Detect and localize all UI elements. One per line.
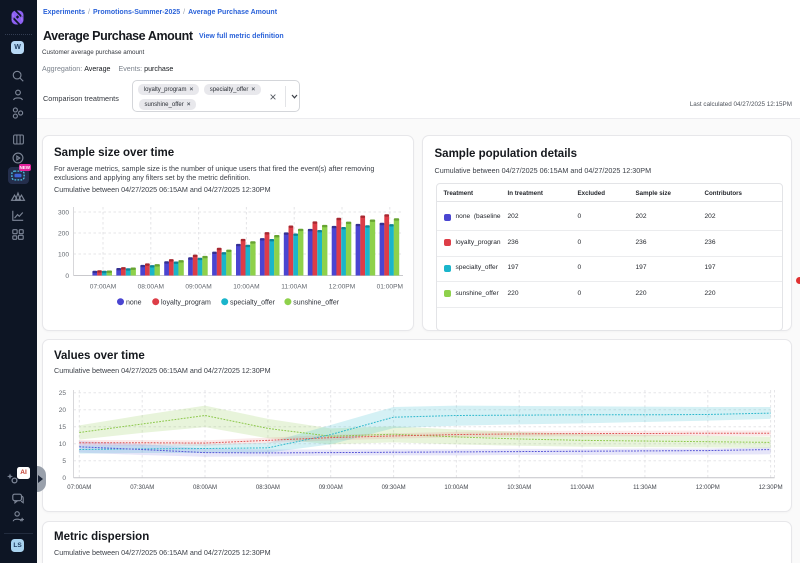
- svg-text:07:30AM: 07:30AM: [130, 485, 154, 491]
- svg-text:09:30AM: 09:30AM: [382, 485, 406, 491]
- svg-text:none: none: [126, 299, 142, 306]
- svg-text:0: 0: [65, 273, 69, 280]
- svg-text:specialty_offer: specialty_offer: [230, 299, 276, 306]
- svg-text:15: 15: [59, 424, 67, 431]
- svg-text:300: 300: [58, 209, 69, 216]
- svg-text:09:00AM: 09:00AM: [319, 485, 343, 491]
- svg-text:5: 5: [62, 458, 66, 465]
- svg-text:200: 200: [58, 230, 69, 237]
- svg-text:08:00AM: 08:00AM: [193, 485, 217, 491]
- svg-text:10: 10: [59, 441, 67, 448]
- svg-text:08:30AM: 08:30AM: [256, 485, 280, 491]
- svg-text:100: 100: [58, 251, 69, 258]
- svg-text:01:00PM: 01:00PM: [377, 283, 403, 290]
- svg-text:25: 25: [59, 390, 67, 397]
- svg-text:11:00AM: 11:00AM: [570, 485, 594, 491]
- svg-text:12:00PM: 12:00PM: [329, 283, 355, 290]
- svg-text:10:00AM: 10:00AM: [233, 283, 259, 290]
- svg-text:20: 20: [59, 407, 67, 414]
- svg-text:11:30AM: 11:30AM: [633, 485, 657, 491]
- svg-text:10:30AM: 10:30AM: [507, 485, 531, 491]
- svg-text:0: 0: [62, 475, 66, 482]
- svg-text:09:00AM: 09:00AM: [185, 283, 211, 290]
- svg-text:07:00AM: 07:00AM: [67, 485, 91, 491]
- svg-text:12:30PM: 12:30PM: [759, 485, 783, 491]
- svg-text:12:00PM: 12:00PM: [696, 485, 720, 491]
- svg-text:11:00AM: 11:00AM: [281, 283, 307, 290]
- svg-text:sunshine_offer: sunshine_offer: [293, 299, 339, 306]
- svg-text:loyalty_program: loyalty_program: [161, 299, 211, 306]
- svg-text:10:00AM: 10:00AM: [444, 485, 468, 491]
- svg-text:07:00AM: 07:00AM: [90, 283, 116, 290]
- svg-text:08:00AM: 08:00AM: [138, 283, 164, 290]
